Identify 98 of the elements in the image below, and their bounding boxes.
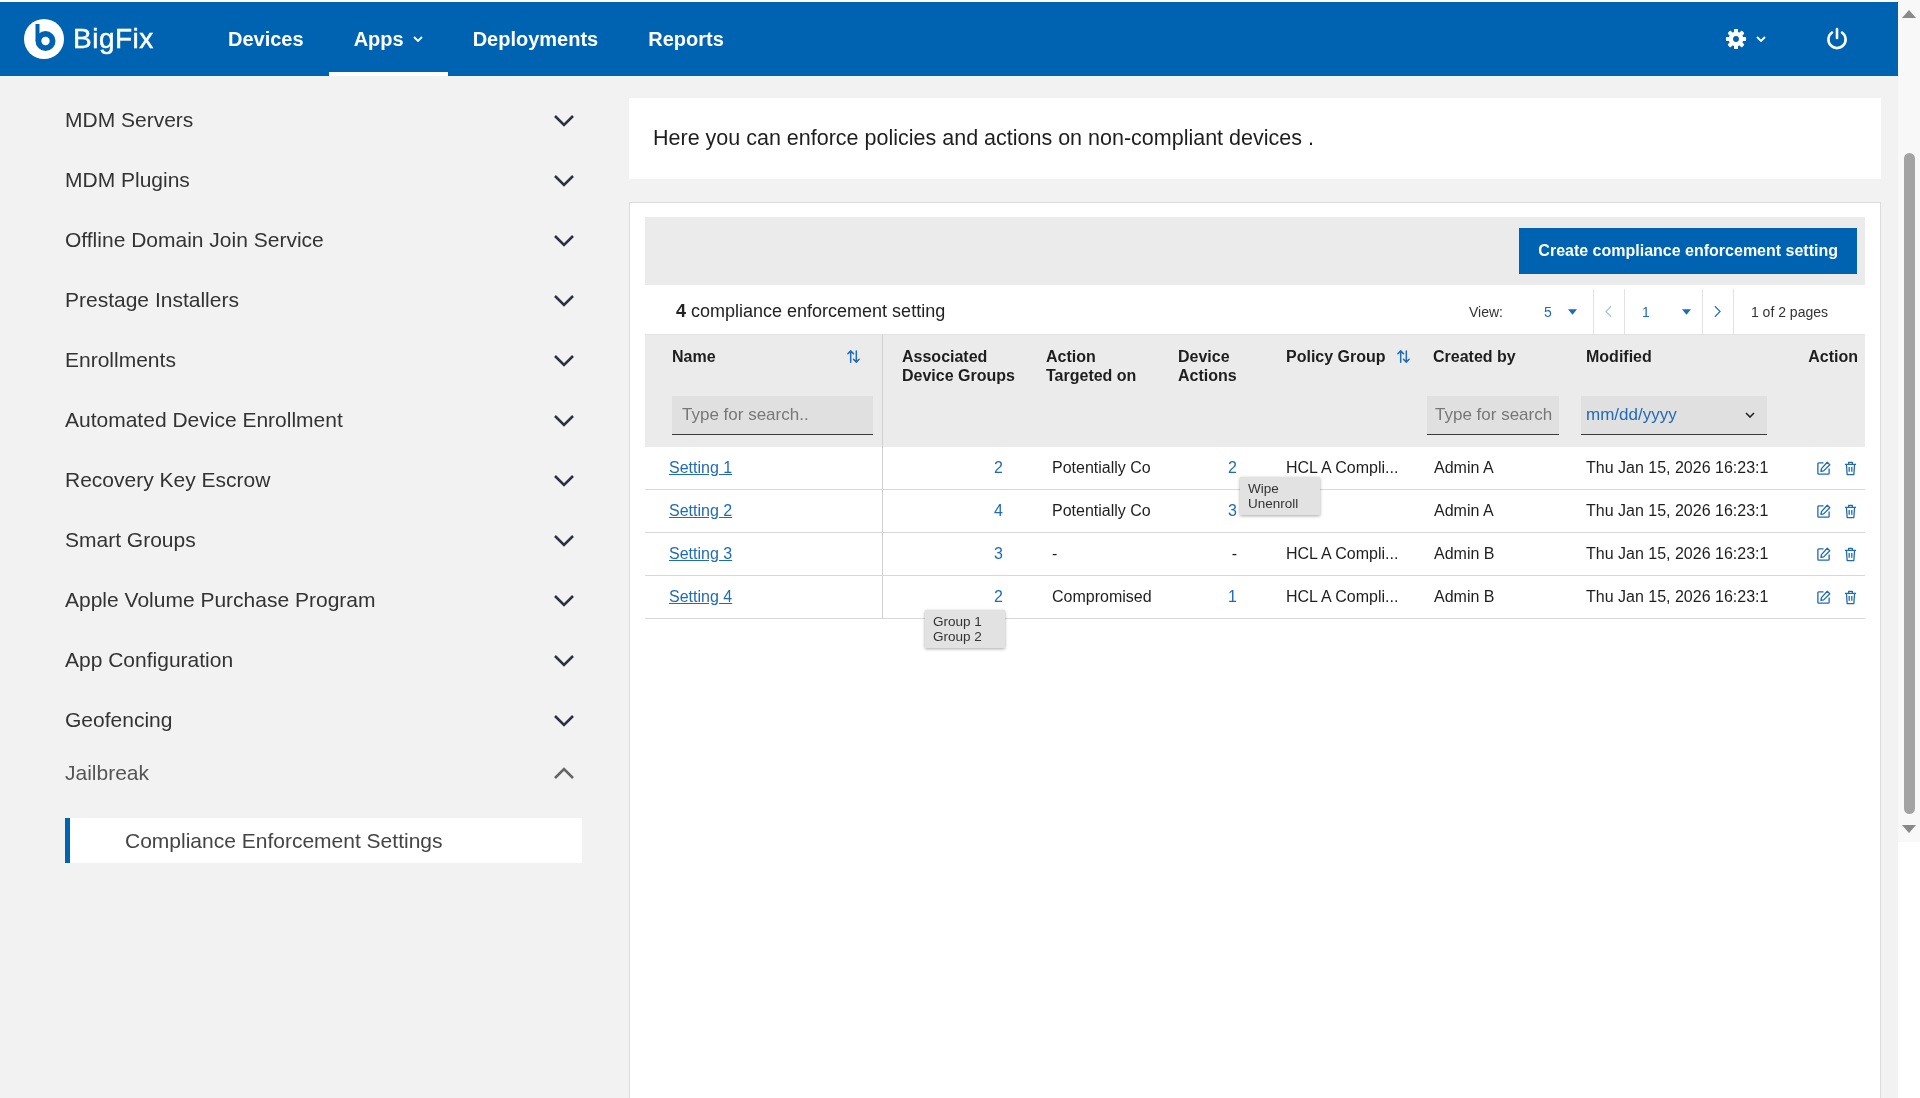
nav-tab[interactable]: Devices (203, 2, 329, 76)
column-header: Associated Device Groups (902, 347, 1016, 385)
sidebar-item[interactable]: Automated Device Enrollment (65, 390, 582, 450)
sidebar-item[interactable]: Enrollments (65, 330, 582, 390)
chevron-down-icon (553, 533, 575, 547)
chevron-down-icon (553, 173, 575, 187)
tooltip: Wipe Unenroll (1240, 477, 1320, 515)
chevron-down-icon (553, 593, 575, 607)
caret-icon (412, 36, 423, 42)
power-icon[interactable] (1825, 27, 1849, 51)
column-header: Name (672, 347, 716, 366)
chevron-down-icon (553, 233, 575, 247)
caret-icon[interactable] (1745, 412, 1755, 418)
column-header: Action Targeted on (1046, 347, 1138, 385)
count-link[interactable]: 3 (994, 545, 1003, 562)
sidebar-item[interactable]: Recovery Key Escrow (65, 450, 582, 510)
caret-icon (1681, 308, 1691, 315)
count-link[interactable]: 1 (1228, 588, 1237, 605)
chevron-down-icon (553, 473, 575, 487)
table-cell: Thu Jan 15, 2026 16:23:1 (1586, 459, 1769, 477)
column-header: Modified (1586, 347, 1652, 366)
table-cell: Admin B (1434, 588, 1495, 606)
sidebar-item[interactable]: MDM Servers (65, 90, 582, 150)
page-select[interactable]: 1 (1624, 289, 1702, 334)
sidebar-item[interactable]: MDM Plugins (65, 150, 582, 210)
column-header: Device Actions (1178, 347, 1238, 385)
chevron-right-icon[interactable] (1714, 305, 1722, 318)
table-cell: HCL A Compli... (1286, 545, 1399, 563)
chevron-down-icon (553, 293, 575, 307)
table-cell: - (1052, 545, 1058, 563)
chevron-up-icon (553, 766, 575, 780)
table-cell: Thu Jan 15, 2026 16:23:1 (1586, 545, 1769, 563)
table-cell: Potentially Co (1052, 459, 1151, 477)
info-text: Here you can enforce policies and actions on non-compliant devices . (653, 126, 1314, 151)
table-cell: Thu Jan 15, 2026 16:23:1 (1586, 502, 1769, 520)
column-header: Action (1808, 347, 1858, 366)
edit-icon[interactable] (1816, 589, 1831, 605)
table-cell: Admin A (1434, 459, 1494, 477)
chevron-down-icon (553, 653, 575, 667)
logo-icon (24, 19, 64, 59)
sort-icon[interactable] (846, 349, 861, 364)
edit-icon[interactable] (1816, 460, 1831, 476)
setting-link[interactable]: Setting 3 (669, 545, 733, 563)
nav-tab[interactable]: Deployments (447, 2, 624, 76)
setting-link[interactable]: Setting 2 (669, 502, 733, 520)
scrollbar-thumb[interactable] (1903, 153, 1915, 814)
search-field[interactable]: Type for search.. (672, 396, 873, 435)
sidebar-item[interactable]: Prestage Installers (65, 270, 582, 330)
result-count: 4 compliance enforcement setting (676, 301, 947, 322)
caret-icon (1567, 308, 1577, 315)
page-size-select[interactable]: 5 (1530, 289, 1593, 334)
sidebar-item[interactable]: Apple Volume Purchase Program (65, 570, 582, 630)
chevron-down-icon (553, 713, 575, 727)
table-cell: Thu Jan 15, 2026 16:23:1 (1586, 588, 1769, 606)
view-label: View: (1468, 303, 1503, 320)
count-link[interactable]: 2 (994, 459, 1003, 476)
sidebar-item[interactable]: Offline Domain Join Service (65, 210, 582, 270)
down-arrow-icon[interactable] (1902, 825, 1916, 833)
column-header: Policy Group (1286, 347, 1386, 366)
count-link[interactable]: 3 (1228, 502, 1237, 519)
setting-link[interactable]: Setting 4 (669, 588, 733, 606)
logo-text: BigFix (73, 23, 154, 55)
table-cell: Compromised (1052, 588, 1152, 606)
table-cell: Potentially Co (1052, 502, 1151, 520)
nav-tab[interactable]: Reports (623, 2, 749, 76)
setting-link[interactable]: Setting 1 (669, 459, 733, 477)
sidebar-item[interactable]: Smart Groups (65, 510, 582, 570)
delete-icon[interactable] (1844, 589, 1857, 605)
table-cell: Admin B (1434, 545, 1495, 563)
tooltip: Group 1 Group 2 (925, 610, 1005, 648)
chevron-down-icon (553, 413, 575, 427)
date-field[interactable]: mm/dd/yyyy (1581, 396, 1767, 435)
delete-icon[interactable] (1844, 546, 1857, 562)
column-header: Created by (1433, 347, 1516, 366)
table-cell: - (1231, 545, 1237, 563)
up-arrow-icon[interactable] (1902, 10, 1916, 18)
count-link[interactable]: 2 (994, 588, 1003, 605)
nav-tab[interactable]: Apps (328, 2, 448, 76)
sidebar-subitem[interactable]: Compliance Enforcement Settings (65, 818, 582, 863)
table-cell: HCL A Compli... (1286, 588, 1399, 606)
count-link[interactable]: 4 (994, 502, 1003, 519)
sidebar-item[interactable]: App Configuration (65, 630, 582, 690)
sidebar-item[interactable]: Jailbreak (65, 750, 582, 796)
table-cell: HCL A Compli... (1286, 459, 1399, 477)
delete-icon[interactable] (1844, 460, 1857, 476)
settings-icon[interactable] (1725, 28, 1747, 50)
page-info: 1 of 2 pages (1749, 303, 1829, 320)
sidebar-item[interactable]: Geofencing (65, 690, 582, 750)
sort-icon[interactable] (1395, 349, 1411, 364)
table-cell: Admin A (1434, 502, 1494, 520)
delete-icon[interactable] (1844, 503, 1857, 519)
count-link[interactable]: 2 (1228, 459, 1237, 476)
edit-icon[interactable] (1816, 503, 1831, 519)
edit-icon[interactable] (1816, 546, 1831, 562)
chevron-down-icon (553, 113, 575, 127)
create-button[interactable]: Create compliance enforcement setting (1519, 228, 1857, 274)
chevron-down-icon (553, 353, 575, 367)
search-field[interactable]: Type for search (1427, 396, 1559, 435)
